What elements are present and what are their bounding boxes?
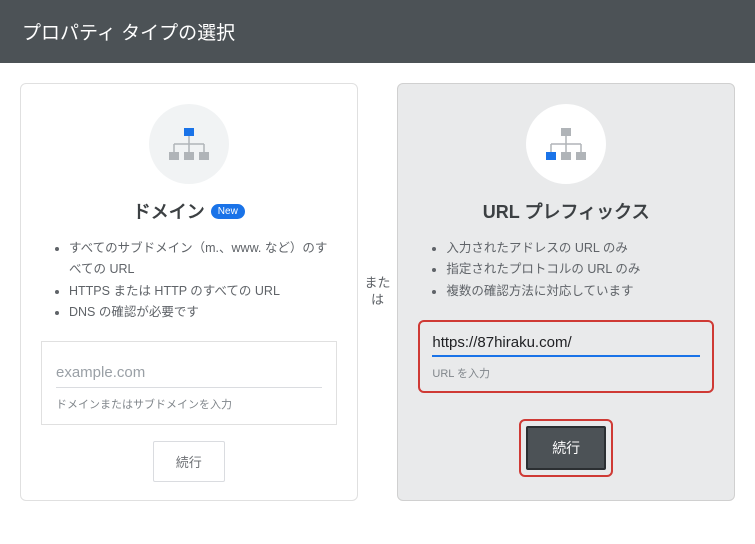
domain-input-helper: ドメインまたはサブドメインを入力	[56, 396, 322, 412]
url-continue-highlight: 続行	[519, 419, 613, 477]
dialog-title: プロパティ タイプの選択	[22, 23, 235, 44]
url-input-helper: URL を入力	[432, 365, 700, 381]
list-item: DNS の確認が必要です	[69, 302, 337, 323]
url-continue-button[interactable]: 続行	[526, 426, 606, 470]
sitemap-icon	[543, 126, 589, 162]
domain-title: ドメイン	[133, 198, 205, 224]
domain-continue-button[interactable]: 続行	[153, 441, 225, 482]
list-item: すべてのサブドメイン（m.、www. など）のすべての URL	[69, 238, 337, 281]
list-item: 指定されたプロトコルの URL のみ	[446, 259, 714, 280]
divider-label: または	[362, 275, 394, 309]
list-item: 入力されたアドレスの URL のみ	[446, 238, 714, 259]
domain-input-box: ドメインまたはサブドメインを入力	[41, 341, 337, 425]
domain-input[interactable]	[56, 360, 322, 388]
domain-card: ドメイン New すべてのサブドメイン（m.、www. など）のすべての URL…	[20, 83, 358, 501]
url-input[interactable]	[432, 332, 700, 357]
domain-title-row: ドメイン New	[133, 198, 245, 224]
new-badge: New	[211, 204, 245, 219]
url-feature-list: 入力されたアドレスの URL のみ 指定されたプロトコルの URL のみ 複数の…	[418, 238, 714, 302]
url-input-box-highlight: URL を入力	[418, 320, 714, 393]
domain-feature-list: すべてのサブドメイン（m.、www. など）のすべての URL HTTPS また…	[41, 238, 337, 323]
domain-icon	[149, 104, 229, 184]
list-item: HTTPS または HTTP のすべての URL	[69, 281, 337, 302]
url-prefix-card: URL プレフィックス 入力されたアドレスの URL のみ 指定されたプロトコル…	[397, 83, 735, 501]
url-prefix-icon	[526, 104, 606, 184]
content-area: ドメイン New すべてのサブドメイン（m.、www. など）のすべての URL…	[0, 63, 755, 501]
dialog-header: プロパティ タイプの選択	[0, 0, 755, 63]
url-title: URL プレフィックス	[483, 198, 650, 224]
card-divider: または	[358, 83, 398, 501]
list-item: 複数の確認方法に対応しています	[446, 281, 714, 302]
url-title-row: URL プレフィックス	[483, 198, 650, 224]
sitemap-icon	[166, 126, 212, 162]
